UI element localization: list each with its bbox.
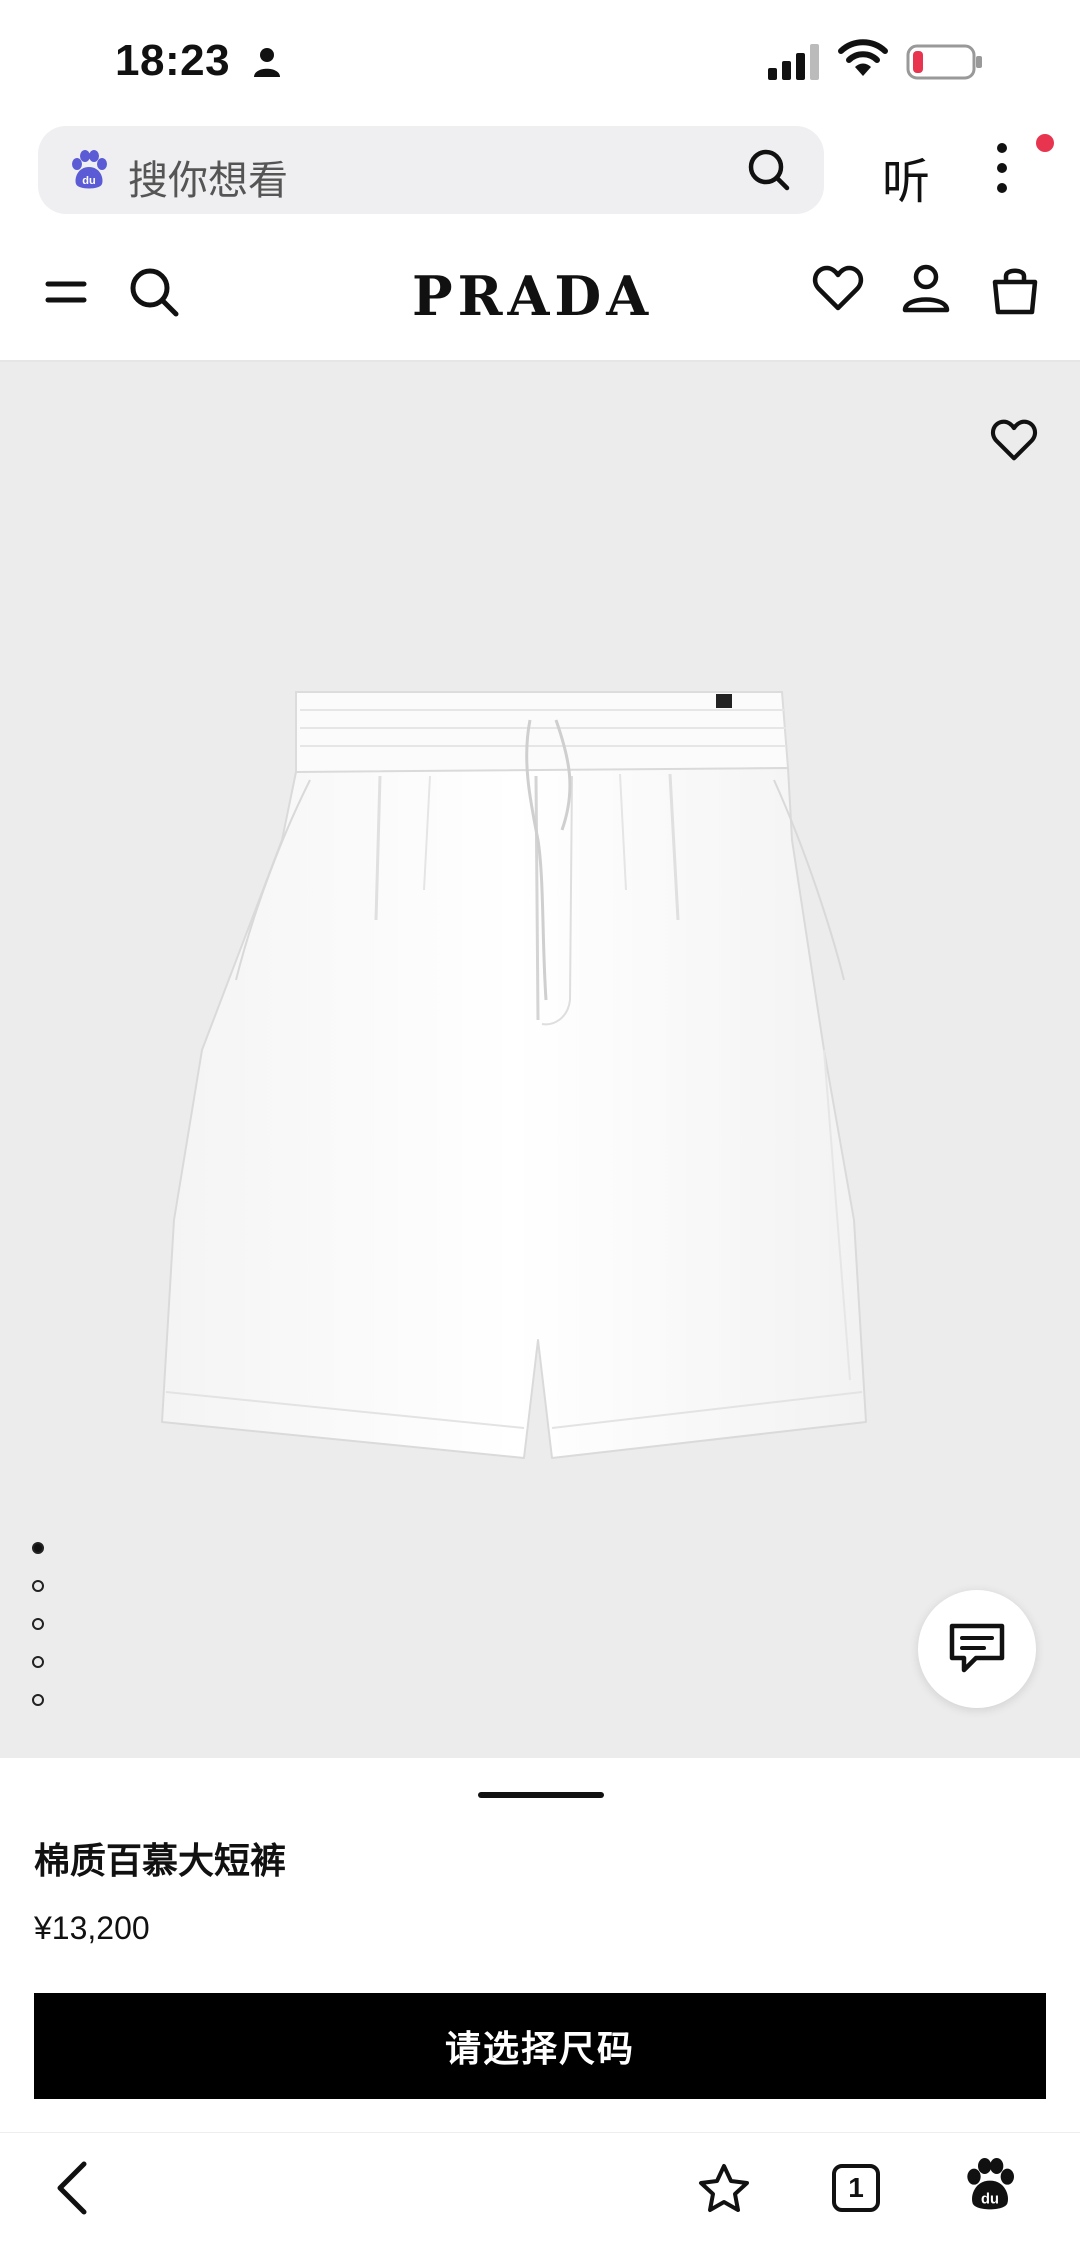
status-time: 18:23 xyxy=(115,36,231,85)
baidu-paw-icon: du xyxy=(68,150,110,197)
person-icon xyxy=(252,46,282,83)
tabs-count-button[interactable]: 1 xyxy=(832,2164,880,2212)
battery-icon xyxy=(906,44,984,85)
sheet-drag-handle[interactable] xyxy=(478,1792,604,1798)
browser-toolbar xyxy=(0,2132,1080,2244)
add-to-wishlist-heart-icon[interactable] xyxy=(990,418,1038,467)
product-name: 棉质百慕大短裤 xyxy=(34,1841,287,1882)
search-icon[interactable] xyxy=(745,146,793,199)
bookmark-star-icon[interactable] xyxy=(696,2162,752,2221)
chat-bubble-icon[interactable] xyxy=(946,1620,1008,1681)
pagination-dot[interactable] xyxy=(32,1618,44,1630)
product-image-shorts xyxy=(150,680,930,1485)
pagination-dot[interactable] xyxy=(32,1542,44,1554)
svg-text:du: du xyxy=(981,2191,999,2207)
notification-dot xyxy=(1036,134,1054,152)
svg-text:du: du xyxy=(82,175,95,187)
shopping-bag-icon[interactable] xyxy=(990,264,1040,321)
pagination-dot[interactable] xyxy=(32,1580,44,1592)
wishlist-heart-icon[interactable] xyxy=(812,264,864,317)
more-menu-icon[interactable] xyxy=(994,140,1010,201)
listen-button[interactable]: 听 xyxy=(882,142,930,212)
product-price: ¥13,200 xyxy=(34,1910,150,1946)
site-search-icon[interactable] xyxy=(126,264,182,325)
image-pagination[interactable] xyxy=(32,1542,44,1732)
account-icon[interactable] xyxy=(900,262,952,319)
pagination-dot[interactable] xyxy=(32,1656,44,1668)
menu-icon[interactable] xyxy=(44,276,88,313)
wifi-icon xyxy=(838,38,888,83)
cellular-signal-icon xyxy=(768,44,824,85)
select-size-button[interactable]: 请选择尺码 xyxy=(34,1993,1046,2099)
pagination-dot[interactable] xyxy=(32,1694,44,1706)
search-placeholder[interactable]: 搜你想看 xyxy=(128,148,288,206)
brand-logo[interactable]: PRADA xyxy=(412,264,653,328)
back-icon[interactable] xyxy=(52,2160,92,2221)
baidu-home-icon[interactable]: du xyxy=(962,2158,1018,2219)
